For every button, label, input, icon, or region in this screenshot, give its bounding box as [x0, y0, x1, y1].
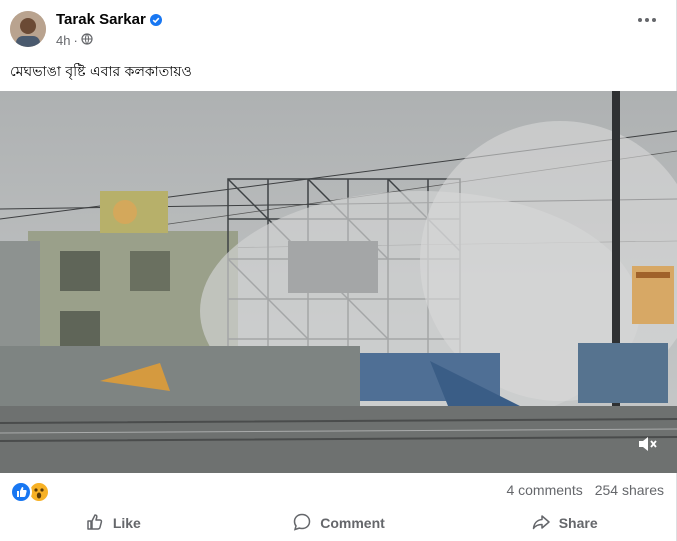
comment-label: Comment	[320, 515, 385, 531]
like-label: Like	[112, 515, 141, 531]
like-reaction-icon	[10, 481, 32, 503]
video-player[interactable]	[0, 91, 677, 473]
globe-icon	[81, 33, 93, 48]
share-icon	[531, 512, 551, 535]
author-name-text[interactable]: Tarak Sarkar	[56, 11, 146, 28]
like-button[interactable]: Like	[0, 505, 226, 541]
reactions-summary[interactable]	[10, 481, 50, 503]
author-avatar[interactable]	[10, 11, 46, 47]
author-name[interactable]: Tarak Sarkar	[56, 11, 162, 28]
share-label: Share	[558, 515, 598, 531]
shares-count[interactable]: 254 shares	[595, 482, 664, 498]
comments-count[interactable]: 4 comments	[506, 482, 582, 498]
volume-muted-icon[interactable]	[637, 434, 659, 459]
post-actions: Like Comment Share	[0, 505, 677, 541]
post-time[interactable]: 4h	[56, 33, 70, 48]
engagement-counts: 4 comments 254 shares	[506, 482, 664, 498]
post-meta: 4h ·	[56, 33, 93, 48]
verified-badge-icon	[149, 13, 162, 26]
video-frame	[0, 91, 677, 473]
like-icon	[85, 512, 105, 535]
more-options-icon[interactable]	[638, 18, 656, 22]
share-button[interactable]: Share	[451, 505, 677, 541]
comment-button[interactable]: Comment	[226, 505, 452, 541]
post-text: মেঘভাঙা বৃষ্টি এবার কলকাতায়ও	[10, 64, 192, 80]
post-card: Tarak Sarkar 4h · মেঘভাঙা বৃষ্টি এবার কল…	[0, 0, 677, 541]
comment-icon	[292, 512, 312, 535]
